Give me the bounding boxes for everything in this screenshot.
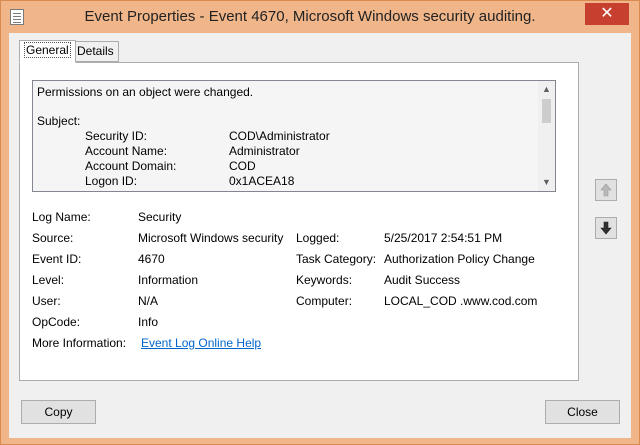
field-key: Logon ID: (85, 174, 138, 188)
event-description-box[interactable]: Permissions on an object were changed. S… (32, 80, 556, 192)
log-name-label: Log Name: (32, 210, 91, 224)
event-id-label: Event ID: (32, 252, 82, 266)
field-value: Administrator (229, 144, 300, 158)
window-title: Event Properties - Event 4670, Microsoft… (84, 8, 536, 25)
event-id-value: 4670 (138, 252, 165, 266)
event-log-help-link[interactable]: Event Log Online Help (141, 336, 261, 351)
description-scrollbar[interactable]: ▲ ▼ (538, 81, 555, 191)
opcode-value: Info (138, 315, 159, 329)
field-key: Account Domain: (85, 159, 177, 173)
computer-label: Computer: (296, 294, 353, 308)
logged-label: Logged: (296, 231, 340, 245)
user-value: N/A (138, 294, 159, 308)
tab-general[interactable]: General (19, 40, 76, 63)
computer-value: LOCAL_COD .www.cod.com (384, 294, 538, 308)
next-event-button[interactable] (595, 217, 617, 239)
field-key: Security ID: (85, 129, 148, 143)
event-description-text: Permissions on an object were changed. S… (37, 85, 537, 189)
copy-button[interactable]: Copy (21, 400, 96, 424)
event-log-icon (10, 9, 24, 25)
general-tab-panel: Permissions on an object were changed. S… (19, 62, 579, 381)
user-label: User: (32, 294, 61, 308)
source-value: Microsoft Windows security (138, 231, 284, 245)
source-label: Source: (32, 231, 74, 245)
tab-general-label: General (24, 42, 71, 58)
previous-event-button[interactable] (595, 179, 617, 201)
logged-value: 5/25/2017 2:54:51 PM (384, 231, 503, 245)
tab-details[interactable]: Details (72, 41, 119, 62)
scroll-thumb[interactable] (542, 99, 551, 123)
scroll-up-icon[interactable]: ▲ (538, 81, 555, 98)
description-headline: Permissions on an object were changed. (37, 85, 254, 99)
title-bar[interactable]: Event Properties - Event 4670, Microsoft… (1, 1, 639, 33)
tab-details-label: Details (77, 44, 114, 58)
down-arrow-icon (600, 221, 612, 235)
dialog-client-area: General Details Permissions on an object… (9, 33, 631, 438)
field-value: COD (229, 159, 256, 173)
description-field: Account Domain: COD (37, 159, 537, 174)
description-field: Account Name: Administrator (37, 144, 537, 159)
event-properties-window: Event Properties - Event 4670, Microsoft… (0, 0, 640, 445)
description-field: Logon ID: 0x1ACEA18 (37, 174, 537, 189)
field-key: Account Name: (85, 144, 168, 158)
description-section: Subject: (37, 114, 81, 128)
scroll-down-icon[interactable]: ▼ (538, 174, 555, 191)
keywords-value: Audit Success (384, 273, 461, 287)
field-value: COD\Administrator (229, 129, 330, 143)
window-close-button[interactable]: ✕ (585, 3, 629, 25)
task-category-value: Authorization Policy Change (384, 252, 535, 266)
keywords-label: Keywords: (296, 273, 353, 287)
close-button[interactable]: Close (545, 400, 620, 424)
opcode-label: OpCode: (32, 315, 81, 329)
up-arrow-icon (600, 183, 612, 197)
log-name-value: Security (138, 210, 182, 224)
description-field: Security ID: COD\Administrator (37, 129, 537, 144)
more-info-label: More Information: (32, 336, 127, 350)
field-value: 0x1ACEA18 (229, 174, 295, 188)
level-value: Information (138, 273, 199, 287)
level-label: Level: (32, 273, 65, 287)
task-category-label: Task Category: (296, 252, 377, 266)
